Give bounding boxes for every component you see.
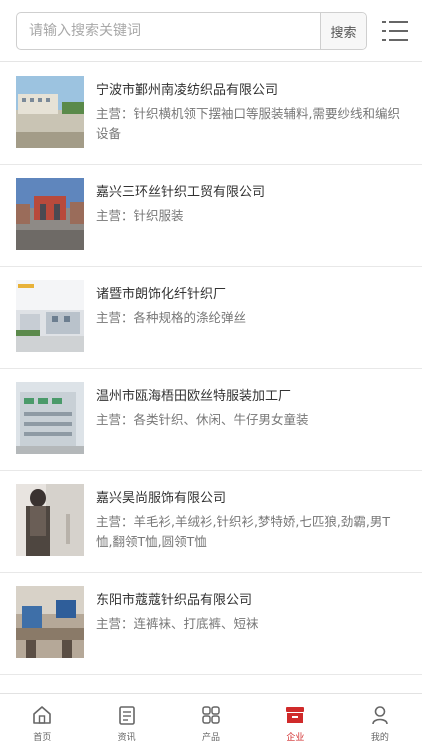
- shop-icon: [286, 707, 305, 723]
- company-business: 主营：各类针织、休闲、牛仔男女童装: [96, 412, 309, 427]
- company-business: 主营：各种规格的涤纶弹丝: [96, 310, 247, 325]
- tab-label: 首页: [33, 733, 52, 743]
- company-name[interactable]: 东阳市蔻蔻针织品有限公司: [96, 589, 252, 608]
- company-photo: [16, 178, 84, 250]
- search-box: 搜索: [16, 12, 367, 50]
- company-name[interactable]: 嘉兴昊尚服饰有限公司: [96, 487, 226, 506]
- tab-label: 企业: [286, 733, 305, 743]
- company-business: 主营：针织横机领下摆袖口等服装辅料,需要纱线和编织设备: [96, 106, 400, 141]
- menu-icon[interactable]: [382, 19, 408, 43]
- user-icon: [372, 706, 388, 725]
- header: 搜索: [0, 0, 422, 62]
- company-photo: [16, 382, 84, 454]
- bottom-tab-bar: 首页 资讯 产品 企业 我的: [0, 693, 422, 750]
- company-item[interactable]: 东阳市蔻蔻针织品有限公司 主营：连裤袜、打底裤、短袜: [0, 573, 422, 675]
- company-list: 宁波市鄞州南凌纺织品有限公司 主营：针织横机领下摆袖口等服装辅料,需要纱线和编织…: [0, 63, 422, 675]
- company-name[interactable]: 嘉兴三环丝针织工贸有限公司: [96, 181, 265, 200]
- news-icon: [118, 706, 135, 725]
- grid-icon: [202, 706, 220, 724]
- company-item[interactable]: 诸暨市朗饰化纤针织厂 主营：各种规格的涤纶弹丝: [0, 267, 422, 369]
- search-input[interactable]: [17, 13, 321, 49]
- company-photo: [16, 586, 84, 658]
- company-photo: [16, 280, 84, 352]
- company-business: 主营：针织服装: [96, 208, 184, 223]
- company-name[interactable]: 诸暨市朗饰化纤针织厂: [96, 283, 226, 302]
- tab-products[interactable]: 产品: [169, 694, 253, 750]
- company-name[interactable]: 宁波市鄞州南凌纺织品有限公司: [96, 79, 278, 98]
- tab-news[interactable]: 资讯: [84, 694, 168, 750]
- tab-mine[interactable]: 我的: [338, 694, 422, 750]
- company-business: 主营：连裤袜、打底裤、短袜: [96, 616, 259, 631]
- home-icon: [33, 706, 52, 724]
- company-item[interactable]: 宁波市鄞州南凌纺织品有限公司 主营：针织横机领下摆袖口等服装辅料,需要纱线和编织…: [0, 63, 422, 165]
- company-item[interactable]: 温州市瓯海梧田欧丝特服装加工厂 主营：各类针织、休闲、牛仔男女童装: [0, 369, 422, 471]
- company-item[interactable]: 嘉兴三环丝针织工贸有限公司 主营：针织服装: [0, 165, 422, 267]
- tab-label: 资讯: [117, 733, 136, 743]
- company-item[interactable]: 嘉兴昊尚服饰有限公司 主营：羊毛衫,羊绒衫,针织衫,梦特娇,七匹狼,劲霸,男T恤…: [0, 471, 422, 573]
- tab-label: 产品: [202, 733, 221, 743]
- tab-enterprise[interactable]: 企业: [253, 694, 337, 750]
- search-button[interactable]: 搜索: [320, 13, 366, 49]
- tab-label: 我的: [370, 733, 389, 743]
- company-photo: [16, 484, 84, 556]
- company-business: 主营：羊毛衫,羊绒衫,针织衫,梦特娇,七匹狼,劲霸,男T恤,翻领T恤,圆领T恤: [96, 514, 390, 549]
- tab-home[interactable]: 首页: [0, 694, 84, 750]
- company-name[interactable]: 温州市瓯海梧田欧丝特服装加工厂: [96, 385, 291, 404]
- company-photo: [16, 76, 84, 148]
